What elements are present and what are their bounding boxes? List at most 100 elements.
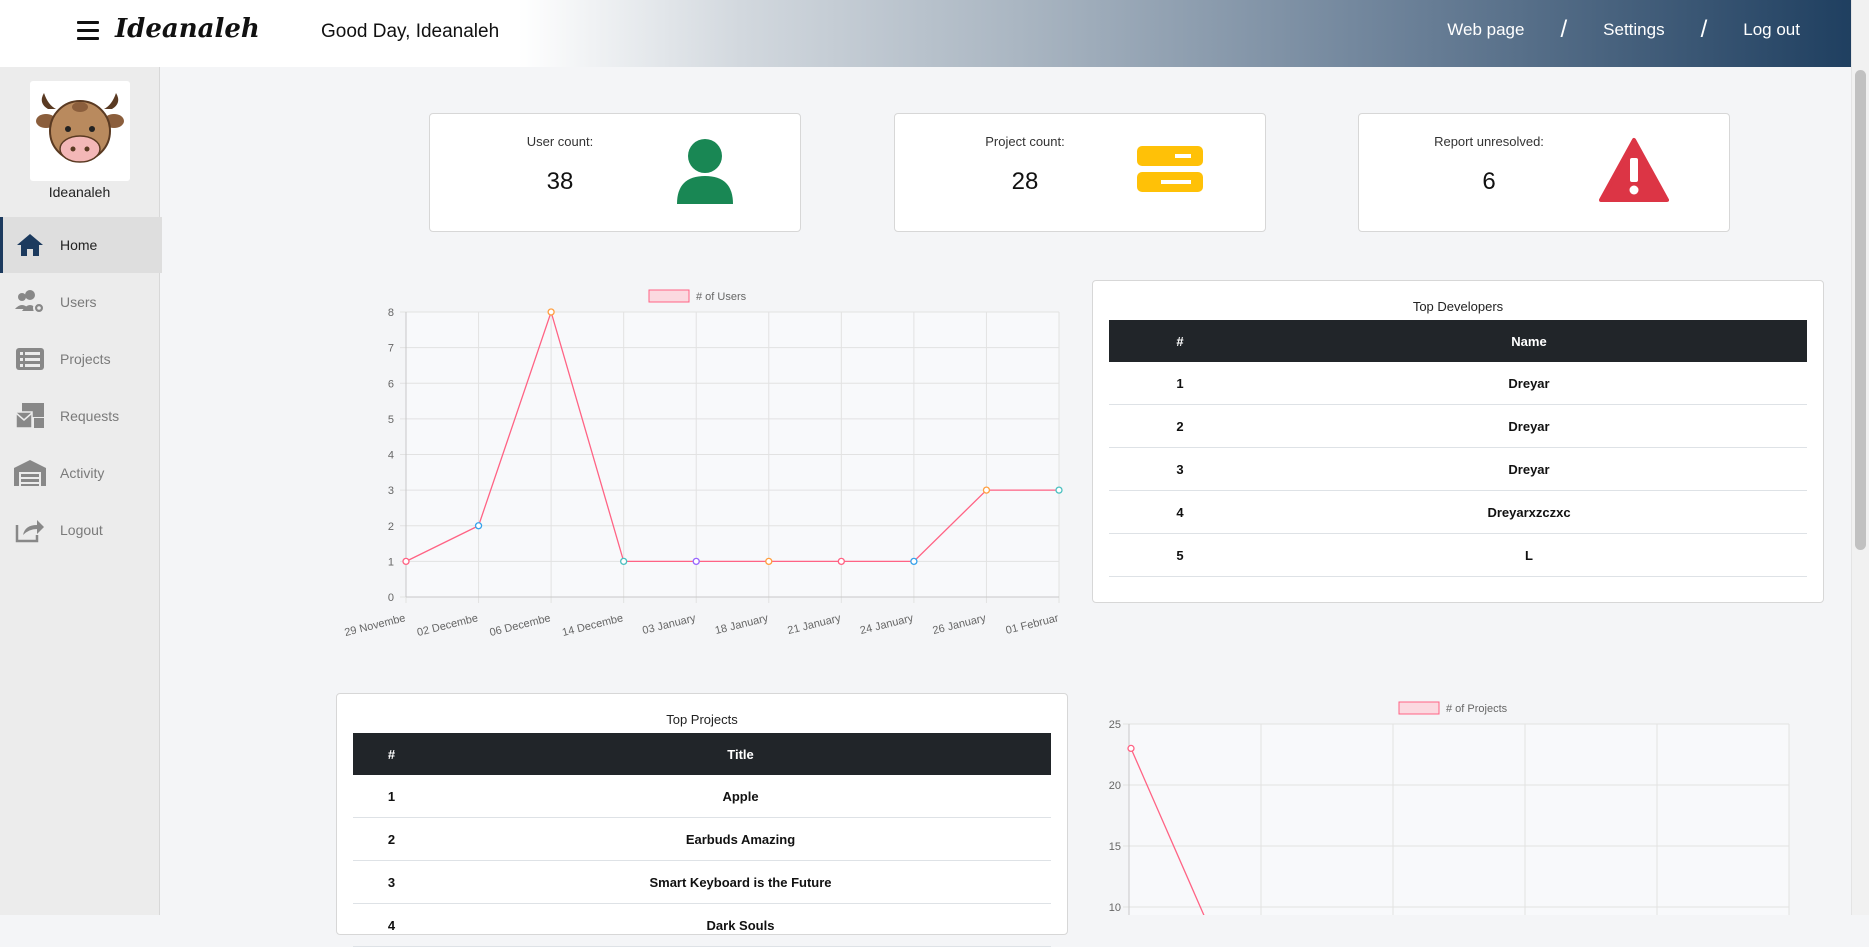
nav-separator: / bbox=[1700, 16, 1708, 43]
sidebar-item-label: Logout bbox=[60, 522, 103, 538]
nav-logout-link[interactable]: Log out bbox=[1743, 20, 1800, 40]
warning-triangle-icon bbox=[1599, 136, 1669, 206]
table-row[interactable]: 3 Dreyar bbox=[1109, 447, 1807, 491]
hamburger-menu-icon[interactable] bbox=[77, 21, 99, 41]
warehouse-icon bbox=[14, 459, 46, 487]
server-icon bbox=[1135, 136, 1205, 206]
x-tick-label: 02 Decembe bbox=[416, 612, 479, 639]
column-header: # bbox=[1109, 320, 1251, 362]
legend-swatch bbox=[648, 289, 690, 303]
table-row[interactable]: 3 Smart Keyboard is the Future bbox=[353, 860, 1051, 904]
column-header: Name bbox=[1251, 320, 1807, 362]
y-tick-label: 4 bbox=[388, 450, 394, 462]
mail-bulk-icon bbox=[14, 402, 46, 430]
top-developers-title: Top Developers bbox=[1412, 299, 1504, 314]
top-developers-table: # Name 1 Dreyar 2 Dreyar 3 Dreyar 4 Dreyarxz… bbox=[1109, 320, 1807, 577]
data-point bbox=[982, 486, 991, 494]
x-tick-label: 14 Decembe bbox=[561, 612, 624, 639]
sidebar-item-users[interactable]: Users bbox=[0, 274, 159, 330]
top-navbar: Ideanaleh Good Day, Ideanaleh Web page /… bbox=[0, 0, 1852, 67]
data-point bbox=[765, 557, 773, 566]
rank-cell: 4 bbox=[353, 903, 430, 947]
nav-web-page-link[interactable]: Web page bbox=[1447, 20, 1524, 40]
developer-name-cell: Dreyarxzczxc bbox=[1251, 490, 1807, 534]
developer-name-cell: Dreyar bbox=[1251, 404, 1807, 448]
table-row[interactable]: 2 Earbuds Amazing bbox=[353, 817, 1051, 861]
x-tick-label: 06 Decembe bbox=[488, 612, 551, 639]
x-tick-label: 03 January bbox=[641, 612, 697, 637]
user-count-value: 38 bbox=[546, 168, 574, 195]
sidebar: Ideanaleh Home Users Projects Requests A… bbox=[0, 67, 162, 915]
report-unresolved-label: Report unresolved: bbox=[1434, 134, 1544, 149]
top-projects-title: Top Projects bbox=[666, 712, 738, 727]
page-scrollbar[interactable] bbox=[1851, 0, 1869, 915]
table-row[interactable]: 2 Dreyar bbox=[1109, 404, 1807, 448]
top-developers-panel: Top Developers # Name 1 Dreyar 2 Dreyar 3D… bbox=[1092, 280, 1824, 603]
data-point bbox=[620, 557, 628, 566]
plot-area bbox=[1129, 724, 1789, 915]
sidebar-item-logout[interactable]: Logout bbox=[0, 502, 159, 558]
developer-name-cell: Dreyar bbox=[1251, 447, 1807, 491]
table-row[interactable]: 4 Dreyarxzczxc bbox=[1109, 490, 1807, 534]
brand-logo[interactable]: Ideanaleh bbox=[115, 14, 260, 44]
rank-cell: 1 bbox=[353, 775, 430, 818]
sidebar-item-activity[interactable]: Activity bbox=[0, 445, 159, 501]
data-point bbox=[402, 557, 410, 566]
rank-cell: 3 bbox=[353, 860, 430, 904]
y-tick-label: 5 bbox=[388, 414, 394, 426]
home-icon bbox=[14, 231, 46, 259]
table-row[interactable]: 4 Dark Souls bbox=[353, 903, 1051, 947]
y-tick-label: 8 bbox=[388, 307, 394, 319]
scrollbar-thumb[interactable] bbox=[1855, 70, 1866, 550]
y-tick-label: 7 bbox=[388, 343, 394, 355]
project-title-cell: Apple bbox=[430, 775, 1051, 818]
sidebar-item-label: Home bbox=[60, 237, 98, 253]
sidebar-item-label: Activity bbox=[60, 465, 105, 481]
project-title-cell: Smart Keyboard is the Future bbox=[430, 860, 1051, 904]
cow-avatar-icon bbox=[36, 93, 124, 163]
project-count-card: Project count: 28 bbox=[894, 113, 1266, 232]
sidebar-item-requests[interactable]: Requests bbox=[0, 388, 159, 444]
y-tick-label: 15 bbox=[1109, 841, 1121, 853]
sidebar-item-label: Requests bbox=[60, 408, 120, 424]
x-tick-label: 18 January bbox=[714, 612, 770, 637]
y-tick-label: 25 bbox=[1109, 719, 1121, 731]
report-unresolved-value: 6 bbox=[1482, 168, 1496, 195]
y-tick-label: 1 bbox=[388, 556, 394, 568]
project-count-label: Project count: bbox=[985, 134, 1065, 149]
x-tick-label: 01 Februar bbox=[1005, 612, 1060, 637]
user-count-card: User count: 38 bbox=[429, 113, 801, 232]
nav-settings-link[interactable]: Settings bbox=[1603, 20, 1664, 40]
y-tick-label: 2 bbox=[388, 521, 394, 533]
table-header-row: # Title bbox=[353, 733, 1051, 775]
greeting-text: Good Day, Ideanaleh bbox=[321, 21, 500, 42]
project-title-cell: Earbuds Amazing bbox=[430, 817, 1051, 861]
table-row[interactable]: 5L bbox=[1109, 533, 1807, 577]
table-row[interactable]: 1 Apple bbox=[353, 775, 1051, 818]
rank-cell: 3 bbox=[1109, 447, 1251, 491]
rank-cell: 1 bbox=[1109, 362, 1251, 405]
y-tick-label: 6 bbox=[388, 378, 394, 390]
data-point bbox=[1127, 744, 1135, 753]
x-tick-label: 29 Novembe bbox=[343, 612, 406, 639]
table-row[interactable]: 1 Dreyar bbox=[1109, 362, 1807, 405]
sidebar-item-label: Projects bbox=[60, 351, 111, 367]
top-nav: Web page / Settings / Log out bbox=[1447, 16, 1800, 44]
developer-name-cell: L bbox=[1251, 533, 1807, 577]
sidebar-item-projects[interactable]: Projects bbox=[0, 331, 159, 387]
y-tick-label: 0 bbox=[388, 592, 394, 604]
column-header: Title bbox=[430, 733, 1051, 775]
developer-name-cell: Dreyar bbox=[1251, 362, 1807, 405]
data-point bbox=[1055, 486, 1063, 494]
sidebar-username: Ideanaleh bbox=[48, 184, 111, 200]
y-tick-label: 10 bbox=[1109, 902, 1121, 914]
projects-line-chart: 25 20 15 10 # of Projects bbox=[1109, 701, 1790, 915]
legend-swatch bbox=[1398, 701, 1440, 715]
avatar bbox=[30, 81, 130, 181]
user-count-label: User count: bbox=[526, 134, 594, 149]
y-tick-label: 20 bbox=[1109, 780, 1121, 792]
rank-cell: 2 bbox=[353, 817, 430, 861]
sidebar-item-home[interactable]: Home bbox=[0, 217, 162, 273]
legend-label: # of Projects bbox=[1446, 703, 1508, 715]
top-projects-panel: Top Projects # Title 1 Apple 2 Earbuds Ama… bbox=[336, 693, 1068, 947]
